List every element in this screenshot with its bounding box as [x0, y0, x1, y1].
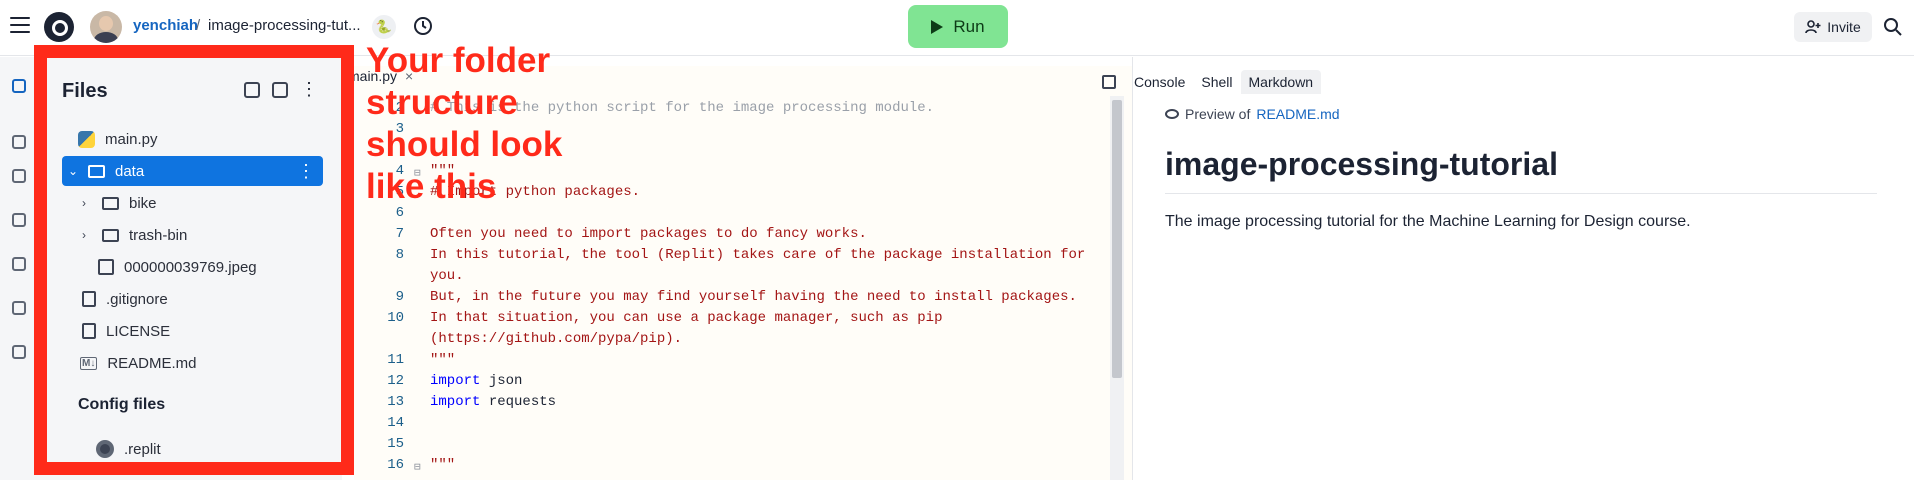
fold-icon[interactable]: ⊟: [414, 460, 421, 474]
code-line: """: [430, 352, 456, 368]
search-icon[interactable]: [1883, 17, 1903, 37]
left-tool-rail: [0, 57, 34, 480]
code-line: But, in the future you may find yourself…: [430, 289, 1077, 305]
eye-icon: [1165, 109, 1179, 119]
editor-scrollbar[interactable]: [1110, 96, 1124, 480]
invite-button[interactable]: Invite: [1794, 12, 1872, 42]
tool-icon[interactable]: [12, 169, 26, 183]
code-line: import requests: [430, 394, 556, 410]
code-line: (https://github.com/pypa/pip).: [430, 331, 683, 347]
right-tabs: Console Shell Markdown: [1102, 68, 1322, 96]
history-icon[interactable]: [412, 15, 434, 37]
replit-logo[interactable]: [44, 12, 74, 42]
tool-icon[interactable]: [12, 257, 26, 271]
markdown-body: The image processing tutorial for the Ma…: [1165, 213, 1691, 230]
play-icon: [931, 19, 944, 34]
code-text: json: [480, 373, 523, 389]
line-number: 9: [395, 289, 404, 305]
code-text: requests: [480, 394, 557, 410]
files-tool-icon[interactable]: [12, 79, 26, 93]
tool-icon[interactable]: [12, 135, 26, 149]
line-number: 8: [395, 247, 404, 263]
line-number: 15: [387, 436, 404, 452]
divider: [1165, 193, 1877, 194]
avatar[interactable]: [90, 11, 122, 43]
annotation-line: structure: [366, 83, 518, 122]
annotation-frame: [34, 45, 354, 475]
code-line: """: [430, 457, 456, 473]
preview-prefix: Preview of: [1185, 106, 1251, 122]
keyword: import: [430, 373, 481, 389]
line-number: 12: [387, 373, 404, 389]
line-number: 7: [395, 226, 404, 242]
run-button[interactable]: Run: [908, 5, 1008, 48]
annotation-line: like this: [366, 167, 497, 206]
breadcrumb-separator: /: [196, 17, 201, 34]
tab-console[interactable]: Console: [1126, 70, 1193, 94]
preview-file-link[interactable]: README.md: [1256, 106, 1339, 122]
panel-icon[interactable]: [1102, 75, 1116, 89]
invite-label: Invite: [1827, 19, 1861, 35]
run-label: Run: [953, 16, 985, 36]
menu-icon[interactable]: [10, 17, 30, 33]
preview-line: Preview of README.md: [1165, 106, 1340, 122]
code-line: In that situation, you can use a package…: [430, 310, 943, 326]
tab-shell[interactable]: Shell: [1193, 70, 1240, 94]
code-line: import json: [430, 373, 522, 389]
annotation-line: should look: [366, 125, 563, 164]
code-line: Often you need to import packages to do …: [430, 226, 867, 242]
line-number: 16: [387, 457, 404, 473]
line-number: 11: [387, 352, 404, 368]
tool-icon[interactable]: [12, 345, 26, 359]
breadcrumb-user[interactable]: yenchiah: [133, 17, 198, 34]
line-number: 10: [387, 310, 404, 326]
code-line: In this tutorial, the tool (Replit) take…: [430, 247, 1086, 263]
markdown-title: image-processing-tutorial: [1165, 146, 1558, 182]
python-language-icon[interactable]: 🐍: [372, 15, 396, 39]
keyword: import: [430, 394, 481, 410]
code-line: you.: [430, 268, 464, 284]
breadcrumb-repl-name[interactable]: image-processing-tut...: [208, 17, 361, 34]
tab-markdown[interactable]: Markdown: [1240, 70, 1322, 94]
line-number: 13: [387, 394, 404, 410]
tool-icon[interactable]: [12, 301, 26, 315]
add-user-icon: [1805, 20, 1821, 34]
tool-icon[interactable]: [12, 213, 26, 227]
annotation-line: Your folder: [366, 41, 551, 80]
line-number: 14: [387, 415, 404, 431]
annotation-text: Your folder structure should look like t…: [366, 40, 562, 208]
scrollbar-thumb[interactable]: [1112, 100, 1122, 378]
